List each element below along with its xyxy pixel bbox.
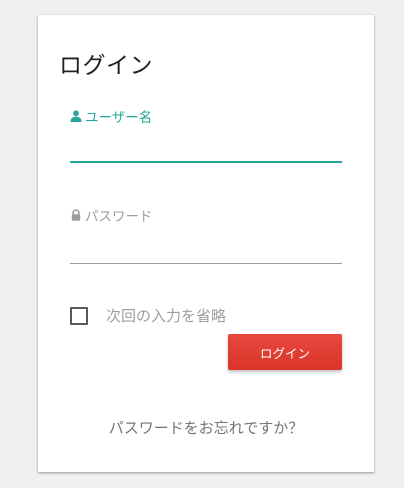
username-input[interactable] [70,133,342,163]
lock-icon [70,209,82,221]
person-icon [70,110,82,122]
remember-label[interactable]: 次回の入力を省略 [106,305,226,326]
login-card: ログイン ユーザー名 パスワード 次回の入力を省略 ログイン パスワードをお忘れ… [38,15,374,472]
password-label: パスワード [70,205,153,225]
remember-me[interactable]: 次回の入力を省略 [70,305,226,326]
password-label-text: パスワード [85,209,153,225]
password-input[interactable] [70,235,342,264]
username-label-text: ユーザー名 [85,110,153,126]
login-button[interactable]: ログイン [228,334,342,370]
forgot-password-link[interactable]: パスワードをお忘れですか？ [38,417,374,438]
page-title: ログイン [59,53,153,79]
username-label: ユーザー名 [70,106,152,126]
remember-checkbox[interactable] [70,306,88,325]
